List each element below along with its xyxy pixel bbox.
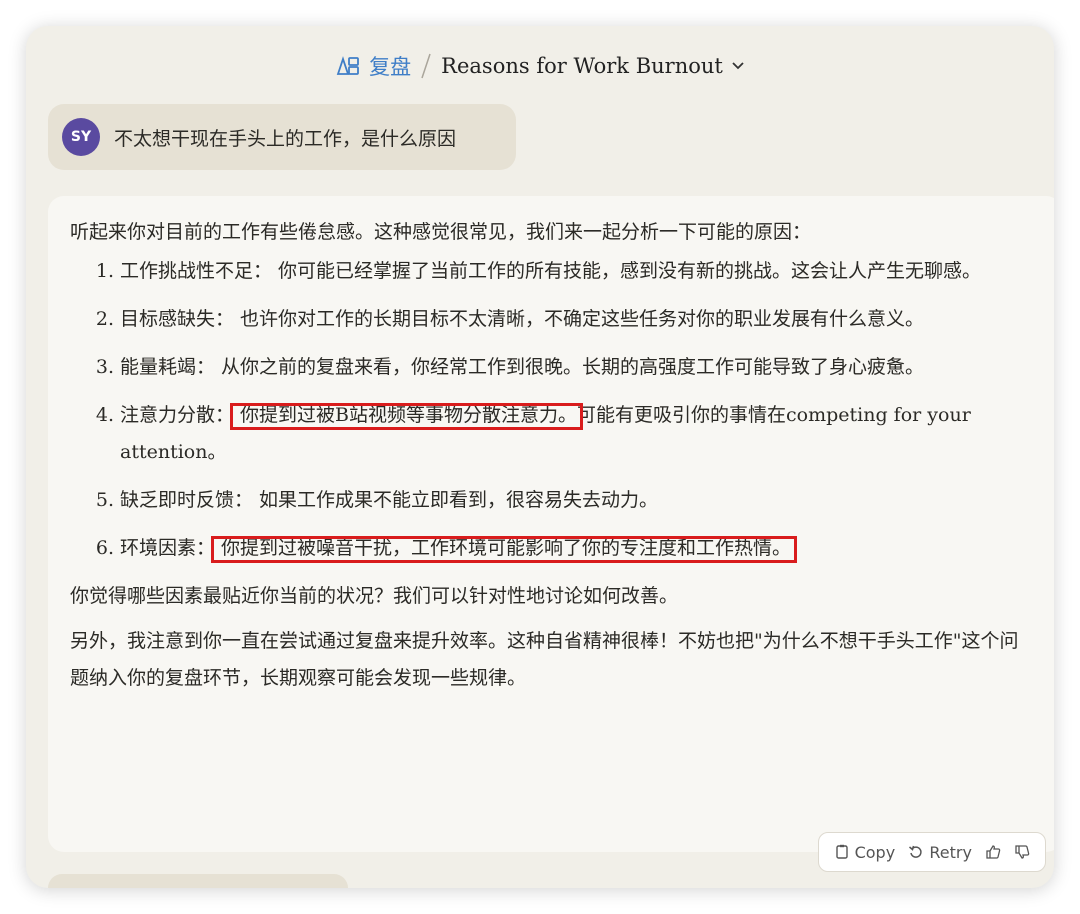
list-item-number: 6. (95, 537, 114, 559)
list-item-title: 环境因素： (120, 537, 216, 559)
thumbs-down-icon (1015, 845, 1030, 859)
list-item-text: 也许你对工作的长期目标不太清晰，不确定这些任务对你的职业发展有什么意义。 (234, 308, 925, 330)
list-item-body: 能量耗竭： 从你之前的复盘来看，你经常工作到很晚。长期的高强度工作可能导致了身心… (120, 349, 1020, 386)
list-item: 3. 能量耗竭： 从你之前的复盘来看，你经常工作到很晚。长期的高强度工作可能导致… (70, 349, 1020, 386)
annotation-box (230, 403, 584, 430)
list-item-body: 工作挑战性不足： 你可能已经掌握了当前工作的所有技能，感到没有新的挑战。这会让人… (120, 253, 1020, 290)
chat-header: 复盘 Reasons for Work Burnout (26, 38, 1054, 94)
list-item: 5. 缺乏即时反馈： 如果工作成果不能立即看到，很容易失去动力。 (70, 482, 1020, 519)
list-item-number: 1. (95, 260, 114, 282)
list-item: 1. 工作挑战性不足： 你可能已经掌握了当前工作的所有技能，感到没有新的挑战。这… (70, 253, 1020, 290)
next-message-stub (48, 874, 348, 888)
avatar: SY (62, 118, 100, 156)
copy-icon (835, 844, 848, 859)
assistant-message-content: 听起来你对目前的工作有些倦怠感。这种感觉很常见，我们来一起分析一下可能的原因： … (70, 214, 1020, 697)
list-item-number: 4. (95, 404, 114, 426)
project-icon[interactable] (335, 55, 361, 77)
assistant-intro: 听起来你对目前的工作有些倦怠感。这种感觉很常见，我们来一起分析一下可能的原因： (70, 221, 812, 243)
list-item-title: 缺乏即时反馈： (120, 489, 254, 511)
thumbs-up-button[interactable] (985, 844, 1001, 860)
chat-title[interactable]: Reasons for Work Burnout (441, 54, 723, 78)
assistant-message: 听起来你对目前的工作有些倦怠感。这种感觉很常见，我们来一起分析一下可能的原因： … (48, 196, 1054, 852)
list-item-text: 你可能已经掌握了当前工作的所有技能，感到没有新的挑战。这会让人产生无聊感。 (272, 260, 982, 282)
list-item-text: 从你之前的复盘来看，你经常工作到很晚。长期的高强度工作可能导致了身心疲惫。 (215, 356, 925, 378)
user-message-text: 不太想干现在手头上的工作，是什么原因 (114, 127, 457, 150)
chat-window: 复盘 Reasons for Work Burnout SY 不太想干现在手头上… (26, 26, 1054, 888)
list-item-title: 能量耗竭： (120, 356, 216, 378)
chevron-down-icon[interactable] (731, 61, 745, 71)
user-message: SY 不太想干现在手头上的工作，是什么原因 (48, 104, 516, 170)
retry-icon (909, 845, 923, 858)
assistant-question: 你觉得哪些因素最贴近你当前的状况？我们可以针对性地讨论如何改善。 (70, 585, 679, 607)
list-item-number: 5. (95, 489, 114, 511)
thumbs-up-icon (986, 845, 1001, 859)
annotation-box (211, 536, 798, 563)
list-item-title: 目标感缺失： (120, 308, 235, 330)
list-item-title: 工作挑战性不足： (120, 260, 273, 282)
breadcrumb-separator (421, 53, 431, 79)
list-item-text: 如果工作成果不能立即看到，很容易失去动力。 (253, 489, 659, 511)
list-item-body: 缺乏即时反馈： 如果工作成果不能立即看到，很容易失去动力。 (120, 482, 1020, 519)
list-item-body: 目标感缺失： 也许你对工作的长期目标不太清晰，不确定这些任务对你的职业发展有什么… (120, 301, 1020, 338)
thumbs-down-button[interactable] (1014, 844, 1030, 860)
message-actions: Copy Retry (818, 832, 1046, 872)
assistant-closing: 另外，我注意到你一直在尝试通过复盘来提升效率。这种自省精神很棒！不妨也把"为什么… (70, 630, 1019, 689)
retry-button[interactable]: Retry (908, 843, 972, 862)
project-link[interactable]: 复盘 (369, 51, 411, 81)
copy-label: Copy (854, 842, 896, 862)
list-item-title: 注意力分散： (120, 404, 235, 426)
retry-label: Retry (929, 842, 972, 862)
copy-button[interactable]: Copy (834, 842, 896, 862)
list-item-number: 2. (95, 308, 114, 330)
list-item: 2. 目标感缺失： 也许你对工作的长期目标不太清晰，不确定这些任务对你的职业发展… (70, 301, 1020, 338)
list-item-number: 3. (95, 356, 114, 378)
